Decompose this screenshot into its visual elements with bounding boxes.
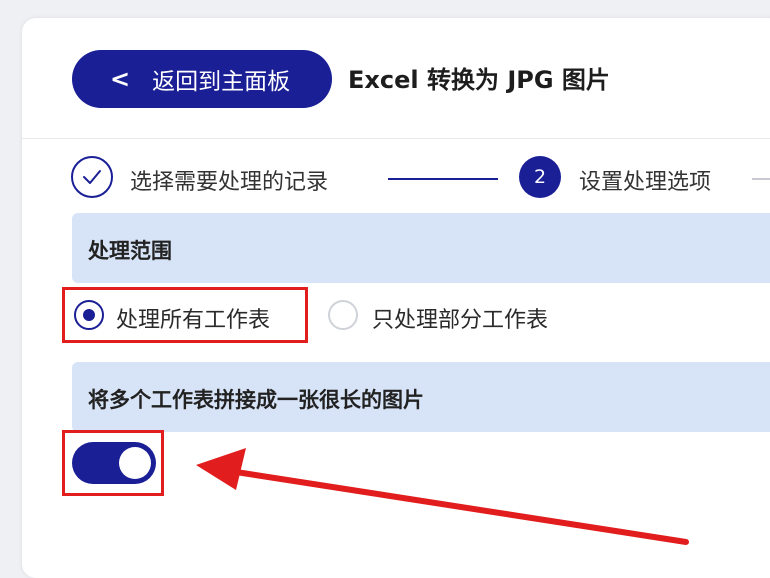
annotation-arrow-icon <box>196 448 689 545</box>
